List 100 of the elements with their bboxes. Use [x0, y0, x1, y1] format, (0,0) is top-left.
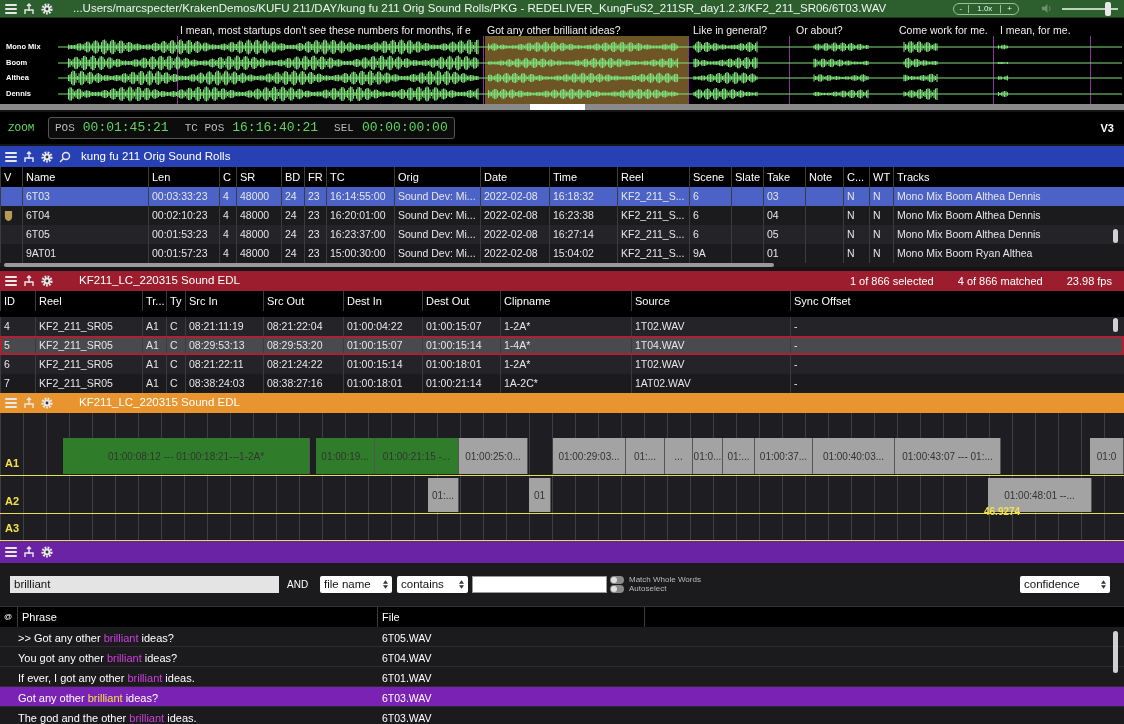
settings-icon[interactable] — [41, 2, 53, 15]
table-cell-text: Mono Mix Boom Althea Dennis — [897, 226, 1041, 242]
column-header: Name — [26, 169, 56, 185]
branch-icon[interactable] — [23, 275, 35, 287]
column-header: Take — [767, 169, 791, 185]
table-cell-text: 2022-02-08 — [484, 188, 538, 204]
settings-icon[interactable] — [41, 275, 53, 287]
table-cell-text: 5 — [4, 337, 10, 353]
scrollbar-thumb[interactable] — [4, 263, 774, 267]
phrase-label: Come work for me. — [899, 23, 988, 38]
timeline-clip[interactable]: 01:00:40:03... — [813, 438, 895, 474]
table-cell-text: 16:14:55:00 — [330, 188, 386, 204]
scrollbar-thumb[interactable] — [530, 104, 585, 110]
updown-icon — [459, 580, 464, 589]
table-cell-text: 4 — [223, 245, 229, 261]
settings-icon[interactable] — [41, 150, 53, 163]
branch-icon[interactable] — [23, 2, 35, 15]
branch-icon[interactable] — [23, 150, 35, 163]
table-cell-text: 04 — [767, 207, 779, 223]
timeline-clip[interactable]: 01 — [529, 478, 551, 512]
scrollbar-thumb[interactable] — [1113, 318, 1118, 332]
version-label: V3 — [1100, 120, 1114, 136]
timeline-clip[interactable]: 01:0 — [1090, 438, 1124, 474]
search-field[interactable]: brilliant — [10, 576, 279, 593]
zoom-in-button[interactable]: + — [1001, 4, 1018, 13]
table-cell-text: 2022-02-08 — [484, 207, 538, 223]
menu-icon[interactable] — [5, 275, 17, 287]
slider-thumb[interactable] — [1104, 1, 1111, 16]
table-row[interactable]: 4 KF2_211_SR05 A1 C 08:21:11:19 08:21:22:04 01:00:04:22 01:00:15:07 1-2A* 1T02.WAV - — [0, 317, 1124, 336]
volume-slider[interactable] — [1062, 1, 1118, 16]
timeline-clip[interactable]: 01:... — [428, 478, 459, 512]
table-cell-text: 16:27:14 — [553, 226, 594, 242]
timecode-value: 00:00:00:00 — [361, 119, 448, 138]
table-cell-text: 24 — [285, 226, 297, 242]
settings-icon[interactable] — [41, 397, 53, 409]
result-row[interactable]: Got any other brilliant ideas? 6T03.WAV — [0, 687, 1124, 707]
table-cell-text: 24 — [285, 245, 297, 261]
scrollbar-thumb[interactable] — [1113, 631, 1118, 673]
panel-title: KF211_LC_220315 Sound EDL — [79, 273, 240, 289]
timeline-clip[interactable]: 01:00:37... — [755, 438, 813, 474]
table-cell-text: 23 — [308, 188, 320, 204]
table-cell-text: 1T02.WAV — [635, 318, 685, 334]
table-cell-text: 16:18:32 — [553, 188, 594, 204]
column-header: BD — [285, 169, 301, 185]
scrollbar-thumb[interactable] — [1113, 229, 1118, 243]
toggle-switch[interactable] — [610, 576, 624, 584]
region-marker — [177, 36, 178, 104]
timeline-clip[interactable]: 01:00:43:07 --- 01:... — [895, 438, 1001, 474]
settings-icon[interactable] — [41, 546, 53, 558]
text-field[interactable] — [472, 576, 607, 593]
timeline-clip[interactable]: 01:00:29:03... — [553, 438, 626, 474]
timeline-clip[interactable]: 01:... — [626, 438, 665, 474]
menu-icon[interactable] — [5, 546, 17, 558]
table-cell-text: 48000 — [240, 188, 270, 204]
table-row[interactable]: 6T05 00:01:53:23 4 48000 24 23 16:23:37:00 Sound Dev: Mi... 2022-02-08 16:27:14 KF2_211_S... 6 05 N N Mono Mix Boom Althea Dennis — [0, 225, 1124, 244]
match-count: 4 of 866 matched — [957, 273, 1043, 289]
table-row[interactable]: 6T03 00:03:33:23 4 48000 24 23 16:14:55:00 Sound Dev: Mi... 2022-02-08 16:18:32 KF2_211_S... 6 03 N N Mono Mix Boom Althea Dennis — [0, 187, 1124, 206]
table-cell-text: C — [170, 337, 178, 353]
dropdown[interactable]: contains — [397, 576, 468, 593]
table-cell-text: 08:38:24:03 — [189, 375, 245, 391]
table-cell-text: 2022-02-08 — [484, 245, 538, 261]
timeline-clip[interactable]: 01:... — [723, 438, 755, 474]
column-header: C... — [847, 169, 865, 185]
dropdown[interactable]: file name — [320, 576, 392, 593]
menu-icon[interactable] — [5, 2, 17, 15]
zoom-out-button[interactable]: - — [953, 4, 969, 13]
table-cell-text: 48000 — [240, 207, 270, 223]
column-header: Ty — [170, 293, 182, 309]
toggle-switch[interactable] — [610, 585, 624, 593]
table-cell-text: KF2_211_S... — [621, 226, 685, 242]
position-label: SEL — [334, 120, 354, 136]
timeline-clip[interactable]: 01:0... — [693, 438, 723, 474]
table-cell-text: A1 — [146, 318, 159, 334]
dropdown[interactable]: confidence — [1020, 576, 1110, 593]
table-cell-text: KF2_211_S... — [621, 245, 685, 261]
table-cell: 6T04.WAV — [382, 651, 432, 664]
table-row[interactable]: 5 KF2_211_SR05 A1 C 08:29:53:13 08:29:53:20 01:00:15:07 01:00:15:14 1-4A* 1T04.WAV - — [0, 336, 1124, 355]
timeline-clip[interactable]: 01:00:25:0... — [459, 438, 528, 474]
table-row[interactable]: 6 KF2_211_SR05 A1 C 08:21:22:11 08:21:24:22 01:00:15:14 01:00:18:01 1-2A* 1T02.WAV - — [0, 355, 1124, 374]
branch-icon[interactable] — [23, 546, 35, 558]
timeline-clip[interactable]: ... — [665, 438, 693, 474]
table-cell-text: 08:38:27:16 — [267, 375, 323, 391]
table-cell-text: 00:03:33:23 — [152, 188, 208, 204]
table-cell-text: 9AT01 — [26, 245, 57, 261]
phrase-label: I mean, for me. — [1000, 23, 1071, 38]
table-cell-text: 1T04.WAV — [635, 337, 685, 353]
table-cell-text: 15:00:30:00 — [330, 245, 386, 261]
column-header: WT — [873, 169, 891, 185]
table-cell-text: KF2_211_S... — [621, 188, 685, 204]
column-header: Orig — [398, 169, 419, 185]
scrollbar[interactable] — [0, 104, 1124, 110]
table-cell-text: Mono Mix Boom Althea Dennis — [897, 207, 1041, 223]
timecode-value: 16:16:40:21 — [232, 119, 319, 138]
menu-icon[interactable] — [5, 150, 17, 163]
table-cell-text: 23 — [308, 207, 320, 223]
table-cell-text: Mono Mix Boom Althea Dennis — [897, 188, 1041, 204]
table-cell-text: - — [794, 318, 798, 334]
search-icon[interactable] — [59, 150, 71, 163]
position-label: POS — [55, 120, 75, 136]
table-cell-text: 1-4A* — [504, 337, 531, 353]
